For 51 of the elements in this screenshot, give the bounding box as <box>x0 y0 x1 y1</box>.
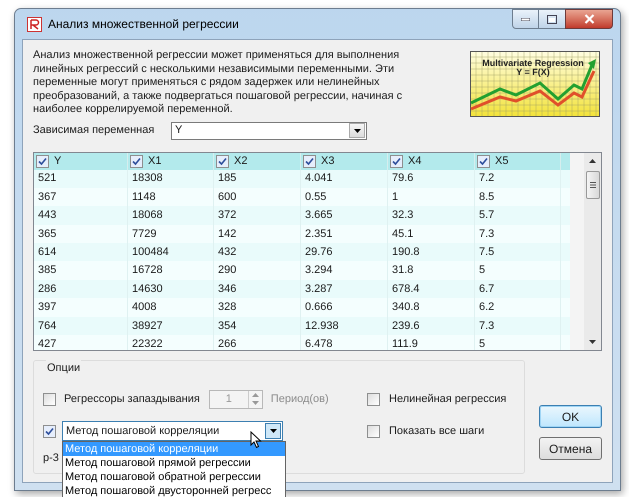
scroll-up-icon[interactable] <box>589 159 596 163</box>
nonlinear-regression-label: Нелинейная регрессия <box>389 392 506 407</box>
app-logo-icon <box>27 16 42 32</box>
dropdown-option[interactable]: Метод пошаговой обратной регрессии <box>63 470 285 484</box>
checkbox[interactable] <box>36 154 49 168</box>
table-cell: 22322 <box>128 335 214 350</box>
table-cell: 266 <box>214 335 301 350</box>
group-title: Опции <box>46 360 82 376</box>
column-label: X4 <box>408 154 422 169</box>
column-label: X2 <box>234 154 248 169</box>
checkbox[interactable] <box>477 154 490 168</box>
show-all-steps-label: Показать все шаги <box>389 424 484 439</box>
checkbox[interactable] <box>303 154 316 168</box>
minimize-icon <box>521 18 530 20</box>
minimize-button[interactable] <box>512 9 539 29</box>
table-cell: 6.478 <box>301 335 388 350</box>
dependent-variable-label: Зависимая переменная <box>33 123 156 138</box>
dependent-variable-dropdown[interactable]: Y <box>171 122 367 140</box>
checkbox[interactable] <box>130 154 143 168</box>
scrollbar-thumb[interactable] <box>586 171 600 199</box>
checkbox[interactable] <box>367 424 380 438</box>
spin-arrows-icon <box>248 390 262 408</box>
checkbox[interactable] <box>43 392 56 406</box>
column-label: X3 <box>321 154 334 169</box>
close-icon <box>584 14 594 24</box>
scroll-down-icon[interactable] <box>589 340 596 344</box>
checkbox[interactable] <box>390 154 403 168</box>
dialog-button[interactable]: Отмена <box>539 437 602 460</box>
close-button[interactable] <box>565 9 613 29</box>
description-text: Анализ множественной регрессии может применяться для выполнения линейных регрессий с несколькими независимыми переменными. Эти переменные могут применяться с рядом задержек или нелинейных преобразований, а также подвергаться пошаговой регрессии, начиная с наиболее коррелируемой переменной. <box>33 49 404 117</box>
table-cell: 427 <box>34 335 128 350</box>
table-cell: 111.9 <box>388 335 475 350</box>
maximize-icon <box>547 14 557 24</box>
dropdown-option[interactable]: Метод пошаговой прямой регрессии <box>63 456 285 470</box>
checkbox[interactable] <box>216 154 229 168</box>
lag-regressors-label: Регрессоры запаздывания <box>64 392 200 407</box>
vertical-scrollbar[interactable] <box>584 153 601 350</box>
regression-chart-drawing: Multivariate Regression Y = F(X) <box>470 51 600 117</box>
maximize-button[interactable] <box>539 9 565 29</box>
column-label: X1 <box>148 154 162 169</box>
column-label: X5 <box>495 154 508 169</box>
period-unit-label: Период(ов) <box>270 392 329 407</box>
checkbox[interactable] <box>43 424 56 438</box>
window-title: Анализ множественной регрессии <box>48 16 239 33</box>
column-label: Y <box>54 154 62 169</box>
checkbox[interactable] <box>367 392 380 406</box>
partial-label: р-3 <box>43 451 59 466</box>
dropdown-option[interactable]: Метод пошаговой двусторонней регресс <box>63 484 285 497</box>
table-cell: 5 <box>475 335 561 350</box>
stepwise-method-dropdown[interactable]: Метод пошаговой корреляции <box>62 421 283 441</box>
dialog-button[interactable]: OK <box>539 405 602 428</box>
